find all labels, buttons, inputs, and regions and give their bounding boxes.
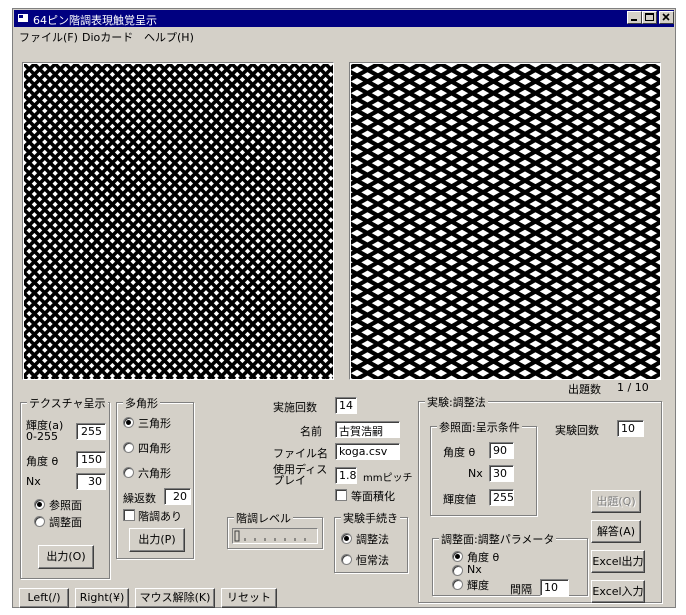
answer-button[interactable]: 解答(A) (591, 520, 641, 543)
title-bar: 64ピン階調表現触覚呈示 (14, 10, 674, 27)
reset-button[interactable]: リセット (221, 588, 277, 608)
file-name-input[interactable]: koga.csv (335, 443, 400, 460)
maximize-button[interactable] (642, 11, 657, 24)
adjust-method-radio[interactable] (341, 533, 352, 544)
repeat-label: 繰返数 (123, 492, 156, 505)
param-nx-label: Nx (467, 563, 482, 576)
close-icon (662, 13, 670, 21)
ref-nx-input[interactable]: 30 (489, 465, 514, 482)
display-unit: mmピッチ (363, 473, 413, 484)
param-nx-radio[interactable] (452, 565, 463, 576)
adjust-texture-pane (349, 62, 661, 380)
main-window: 64ピン階調表現触覚呈示 ファイル(F) Dioカード ヘルプ(H) 出題数 1… (12, 8, 676, 608)
maximize-icon (645, 13, 654, 21)
ref-brightness-input[interactable]: 255 (489, 489, 514, 506)
interval-label: 間隔 (510, 583, 532, 596)
minimize-icon (631, 19, 637, 21)
display-label: 使用ディス プレイ (273, 463, 328, 487)
experiment-legend: 実験:調整法 (425, 394, 488, 410)
equal-area-label: 等面積化 (351, 490, 395, 503)
run-count-input[interactable]: 14 (335, 397, 357, 414)
nx-input[interactable]: 30 (76, 473, 106, 490)
param-brightness-radio[interactable] (452, 579, 463, 590)
reference-radio[interactable] (34, 499, 45, 510)
nx-label: Nx (26, 475, 41, 488)
brightness-label: 輝度(a) 0-255 (26, 419, 64, 443)
triangle-label: 三角形 (138, 417, 171, 430)
brightness-input[interactable]: 255 (76, 423, 106, 440)
name-label: 名前 (300, 425, 322, 438)
experiment-group: 実験:調整法 実験回数 10 参照面:呈示条件 角度 θ 90 Nx 30 輝度… (418, 394, 662, 603)
reference-texture-pane (22, 62, 334, 380)
square-label: 四角形 (138, 442, 171, 455)
question-count-value: 1 / 10 (617, 381, 649, 394)
slider-ticks (234, 530, 306, 542)
right-button[interactable]: Right(¥) (75, 588, 129, 608)
menu-file[interactable]: ファイル(F) (19, 29, 78, 45)
adjust-method-label: 調整法 (356, 533, 389, 546)
excel-output-button[interactable]: Excel出力 (591, 550, 645, 573)
runs-label: 実験回数 (555, 424, 599, 437)
close-button[interactable] (659, 11, 674, 24)
procedure-legend: 実験手続き (341, 510, 400, 526)
constant-method-label: 恒常法 (356, 554, 389, 567)
gradation-level-legend: 階調レベル (234, 510, 293, 526)
texture-group-legend: テクスチャ呈示 (27, 395, 108, 411)
angle-label: 角度 θ (26, 455, 59, 468)
triangle-radio[interactable] (123, 417, 134, 428)
adjust-parameters-group: 調整面:調整パラメータ 角度 θ Nx 輝度 間隔 10 (432, 531, 588, 596)
hatch-lines (24, 64, 333, 379)
param-angle-radio[interactable] (452, 551, 463, 562)
hexagon-radio[interactable] (123, 467, 134, 478)
display-input[interactable]: 1.8 (335, 467, 357, 484)
hexagon-label: 六角形 (138, 467, 171, 480)
repeat-input[interactable]: 20 (164, 488, 191, 505)
interval-input[interactable]: 10 (540, 579, 569, 596)
angle-input[interactable]: 150 (76, 451, 106, 468)
gradation-level-slider[interactable] (232, 528, 318, 544)
ref-angle-input[interactable]: 90 (489, 442, 514, 459)
gradation-checkbox[interactable] (123, 509, 135, 521)
gradation-level-group: 階調レベル (227, 510, 323, 549)
adjust-radio[interactable] (34, 516, 45, 527)
gradation-checkbox-label: 階調あり (138, 510, 182, 523)
run-count-label: 実施回数 (273, 401, 317, 414)
runs-input[interactable]: 10 (617, 420, 644, 437)
menu-bar: ファイル(F) Dioカード ヘルプ(H) (14, 27, 674, 45)
adjust-texture-pattern (351, 64, 660, 379)
polygon-group-legend: 多角形 (123, 395, 160, 411)
param-brightness-label: 輝度 (467, 579, 489, 592)
left-button[interactable]: Left(/) (19, 588, 69, 608)
question-count-label: 出題数 (568, 383, 601, 396)
menu-dio[interactable]: Dioカード (82, 29, 133, 45)
hatch-lines (351, 64, 660, 379)
procedure-group: 実験手続き 調整法 恒常法 (334, 510, 408, 573)
window-title: 64ピン階調表現触覚呈示 (33, 14, 157, 27)
adjust-parameters-legend: 調整面:調整パラメータ (439, 531, 557, 547)
minimize-button[interactable] (627, 11, 642, 24)
file-name-label: ファイル名 (273, 447, 328, 460)
equal-area-checkbox[interactable] (335, 489, 347, 501)
ref-angle-label: 角度 θ (443, 446, 476, 459)
square-radio[interactable] (123, 442, 134, 453)
texture-output-button[interactable]: 出力(O) (38, 545, 94, 569)
excel-input-button[interactable]: Excel入力 (591, 580, 645, 603)
name-input[interactable]: 古賀浩嗣 (335, 421, 400, 438)
constant-method-radio[interactable] (341, 554, 352, 565)
app-icon (18, 14, 28, 22)
reference-radio-label: 参照面 (49, 499, 82, 512)
adjust-radio-label: 調整面 (49, 516, 82, 529)
reference-texture-pattern (24, 64, 333, 379)
polygon-group: 多角形 三角形 四角形 六角形 繰返数 20 階調あり 出力(P) (116, 395, 194, 559)
mouse-release-button[interactable]: マウス解除(K) (135, 588, 215, 608)
question-button[interactable]: 出題(Q) (591, 490, 641, 513)
ref-nx-label: Nx (468, 467, 483, 480)
polygon-output-button[interactable]: 出力(P) (129, 528, 185, 552)
reference-conditions-group: 参照面:呈示条件 角度 θ 90 Nx 30 輝度値 255 (430, 419, 537, 516)
ref-brightness-label: 輝度値 (443, 493, 476, 506)
texture-group: テクスチャ呈示 輝度(a) 0-255 255 角度 θ 150 Nx 30 参… (20, 395, 110, 579)
reference-conditions-legend: 参照面:呈示条件 (437, 419, 522, 435)
menu-help[interactable]: ヘルプ(H) (144, 29, 194, 45)
